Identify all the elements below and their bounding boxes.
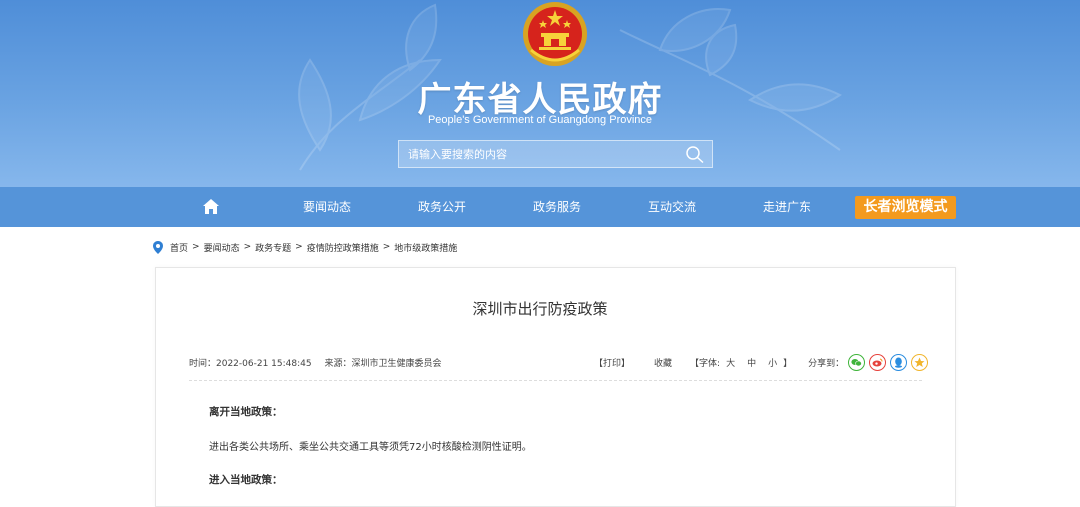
breadcrumb-separator: > [243,242,252,252]
print-link[interactable]: 【打印】 [594,356,630,369]
search-icon[interactable] [684,144,706,164]
font-medium-option[interactable]: 中 [747,356,756,369]
article-meta: 时间：2022-06-21 15:48:45 来源：深圳市卫生健康委员会 [189,356,451,369]
nav-item-gov-open[interactable]: 政务公开 [410,187,474,227]
favorite-link[interactable]: 收藏 [654,356,672,369]
font-small-option[interactable]: 小 [768,356,777,369]
nav-item-interaction[interactable]: 互动交流 [640,187,704,227]
elder-mode-button[interactable]: 长者浏览模式 [855,196,956,219]
article-tools: 【打印】 收藏 【字体: 大 中 小 】 分享到： [594,352,929,372]
font-size-label: 【字体: [690,358,721,369]
share-label: 分享到： [808,358,845,369]
home-icon[interactable] [202,198,220,215]
article-source: 来源：深圳市卫生健康委员会 [324,359,442,369]
site-header: 广东省人民政府 People's Government of Guangdong… [0,0,1080,187]
nav-item-about[interactable]: 走进广东 [755,187,819,227]
weibo-icon[interactable] [869,353,887,371]
font-size-close: 】 [783,358,793,369]
location-pin-icon [153,240,163,254]
font-large-option[interactable]: 大 [726,356,735,369]
leave-policy-text: 进出各类公共场所、乘坐公共交通工具等须凭72小时核酸检测阴性证明。 [209,442,532,453]
breadcrumb: 首页 > 要闻动态 > 政务专题 > 疫情防控政策措施 > 地市级政策措施 [153,240,457,254]
breadcrumb-home[interactable]: 首页 [170,241,188,254]
qzone-icon[interactable] [911,353,929,371]
nav-item-news[interactable]: 要闻动态 [295,187,359,227]
article-body: 离开当地政策： 进出各类公共场所、乘坐公共交通工具等须凭72小时核酸检测阴性证明… [209,404,909,487]
article-title: 深圳市出行防疫政策 [472,300,608,318]
leave-policy-heading: 离开当地政策： [209,406,283,418]
search-box [398,140,713,168]
wechat-icon[interactable] [848,353,866,371]
qq-icon[interactable] [890,353,908,371]
breadcrumb-separator: > [295,242,303,252]
breadcrumb-topics[interactable]: 政务专题 [255,241,291,254]
breadcrumb-city-policy[interactable]: 地市级政策措施 [394,241,457,254]
enter-policy-heading: 进入当地政策： [209,474,283,486]
breadcrumb-separator: > [192,242,200,252]
national-emblem-icon [523,2,587,66]
meta-divider [189,380,922,381]
breadcrumb-epidemic[interactable]: 疫情防控政策措施 [307,241,379,254]
breadcrumb-news[interactable]: 要闻动态 [204,241,240,254]
site-subtitle: People's Government of Guangdong Provinc… [427,114,653,126]
breadcrumb-separator: > [382,242,391,252]
nav-item-gov-service[interactable]: 政务服务 [525,187,589,227]
publish-time: 时间：2022-06-21 15:48:45 [189,359,312,369]
search-input[interactable] [399,141,669,167]
